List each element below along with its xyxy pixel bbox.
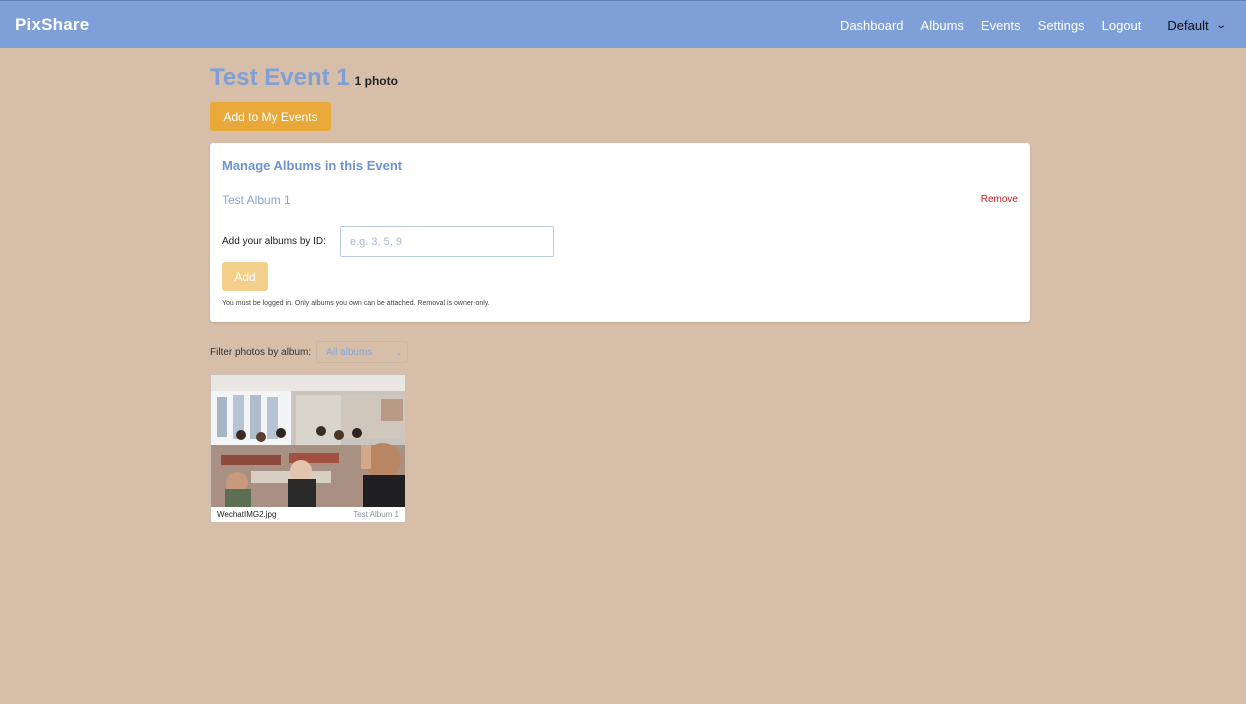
chevron-down-icon: ⌄ (1214, 19, 1227, 31)
photo-album-name: Test Album 1 (353, 510, 399, 519)
nav-albums[interactable]: Albums (921, 18, 964, 33)
album-link[interactable]: Test Album 1 (222, 193, 291, 207)
permission-note: You must be logged in. Only albums you o… (222, 300, 490, 307)
album-id-input[interactable] (340, 226, 554, 257)
filter-selected-value: All albums (326, 346, 373, 358)
filter-label: Filter photos by album: (210, 346, 312, 358)
page-title: Test Event 1 (210, 64, 350, 91)
chevron-down-icon: ⌄ (395, 347, 403, 357)
top-navbar: PixShare Dashboard Albums Events Setting… (0, 0, 1246, 48)
nav-settings[interactable]: Settings (1038, 18, 1085, 33)
photo-filename: WechatIMG2.jpg (217, 510, 277, 519)
main-nav: Dashboard Albums Events Settings Logout … (840, 1, 1246, 49)
profile-dropdown[interactable]: Default ⌄ (1167, 17, 1227, 33)
photo-caption: WechatIMG2.jpg Test Album 1 (217, 510, 399, 519)
photo-count: 1 photo (354, 74, 398, 88)
nav-dashboard[interactable]: Dashboard (840, 18, 904, 33)
manage-albums-card: Manage Albums in this Event Test Album 1… (210, 143, 1030, 322)
add-to-my-events-button[interactable]: Add to My Events (210, 102, 331, 131)
photo-image (211, 375, 405, 507)
nav-logout[interactable]: Logout (1102, 18, 1142, 33)
event-header: Test Event 1 1 photo (210, 64, 398, 92)
add-album-button[interactable]: Add (222, 262, 268, 291)
album-filter-select[interactable]: All albums ⌄ (316, 341, 409, 363)
photo-card[interactable]: WechatIMG2.jpg Test Album 1 (210, 374, 406, 523)
remove-album-button[interactable]: Remove (981, 194, 1018, 205)
nav-events[interactable]: Events (981, 18, 1021, 33)
brand-logo[interactable]: PixShare (15, 15, 89, 35)
photo-thumbnail[interactable] (211, 375, 405, 507)
manage-albums-title: Manage Albums in this Event (222, 158, 403, 173)
album-filter: Filter photos by album: All albums ⌄ (210, 341, 409, 363)
add-albums-label: Add your albums by ID: (222, 236, 326, 247)
profile-name: Default (1167, 17, 1209, 33)
